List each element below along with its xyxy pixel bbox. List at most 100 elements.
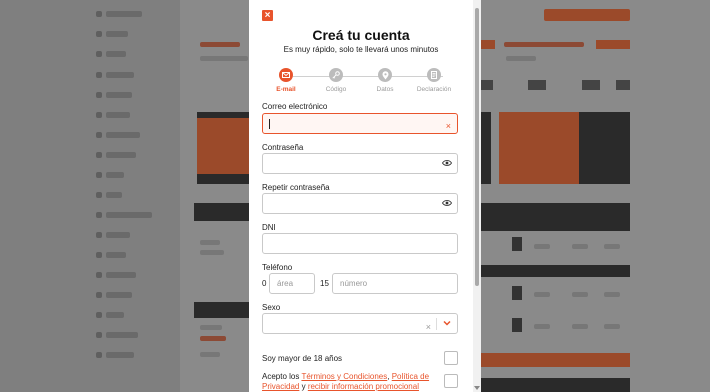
step-data[interactable]: Datos: [360, 68, 410, 93]
bg-sidebar-icon: [96, 72, 102, 78]
bg-sidebar-icon: [96, 132, 102, 138]
bg-sidebar-icon: [96, 51, 102, 57]
bg-sidebar-item: [106, 332, 138, 338]
bg-text: [200, 325, 222, 330]
bg-button: [596, 40, 630, 49]
bg-sidebar-item: [106, 192, 122, 198]
bg-text: [200, 336, 226, 341]
dni-label: DNI: [262, 223, 276, 232]
promo-link[interactable]: recibir información promocional: [308, 382, 419, 391]
bg-sidebar-icon: [96, 192, 102, 198]
bg-logo: [512, 318, 522, 332]
step-label: Declaración: [416, 86, 452, 93]
text-caret: [269, 119, 270, 129]
bg-sidebar-icon: [96, 172, 102, 178]
bg-sidebar-icon: [96, 292, 102, 298]
repeat-password-field[interactable]: [262, 193, 458, 214]
bg-sidebar-icon: [96, 11, 102, 17]
bg-chip: [582, 80, 600, 90]
step-email[interactable]: E-mail: [261, 68, 311, 93]
bg-sidebar-item: [106, 51, 126, 57]
bg-chip: [616, 80, 630, 90]
bg-sidebar-icon: [96, 152, 102, 158]
bg-text: [572, 244, 588, 249]
chevron-down-icon[interactable]: [442, 318, 452, 328]
clear-icon[interactable]: ×: [446, 117, 451, 136]
terms-link[interactable]: Términos y Condiciones: [301, 372, 387, 381]
phone-area-input[interactable]: área: [269, 273, 315, 294]
phone-number-input[interactable]: número: [332, 273, 458, 294]
modal-scrollbar[interactable]: [473, 0, 481, 392]
bg-text: [200, 250, 224, 255]
step-declaration[interactable]: Declaración: [409, 68, 459, 93]
terms-prefix: Acepto los: [262, 372, 302, 381]
password-label: Contraseña: [262, 143, 304, 152]
bg-sidebar-icon: [96, 352, 102, 358]
step-label: Código: [325, 86, 347, 93]
bg-sidebar-item: [106, 252, 126, 258]
bg-sidebar-icon: [96, 312, 102, 318]
bg-sidebar-item: [106, 272, 136, 278]
bg-orange-bar: [481, 353, 630, 367]
key-icon: [329, 68, 343, 82]
bg-sidebar-item: [106, 11, 142, 17]
bg-table-header: [194, 302, 249, 318]
bg-sidebar-item: [106, 312, 124, 318]
signup-modal: × Creá tu cuenta Es muy rápido, solo te …: [249, 0, 481, 392]
bg-sidebar-item: [106, 352, 134, 358]
bg-button: [481, 40, 495, 49]
terms-checkbox[interactable]: [444, 374, 458, 388]
bg-sidebar-icon: [96, 92, 102, 98]
bg-banner-right-accent: [499, 112, 579, 184]
sex-label: Sexo: [262, 303, 281, 312]
bg-text: [604, 324, 620, 329]
scroll-down-icon[interactable]: [474, 386, 480, 390]
dni-field[interactable]: [262, 233, 458, 254]
repeat-password-label: Repetir contraseña: [262, 183, 330, 192]
step-label: E-mail: [276, 86, 296, 93]
document-icon: [427, 68, 441, 82]
close-icon[interactable]: ×: [262, 10, 273, 21]
bg-sidebar-item: [106, 212, 152, 218]
bg-sidebar-item: [106, 172, 124, 178]
step-label: Datos: [376, 86, 394, 93]
bg-table-header: [194, 203, 249, 221]
password-field[interactable]: [262, 153, 458, 174]
bg-logo: [512, 286, 522, 300]
bg-text: [604, 292, 620, 297]
bg-sidebar-icon: [96, 252, 102, 258]
bg-sidebar-item: [106, 112, 130, 118]
bg-text: [572, 324, 588, 329]
sex-select[interactable]: ×: [262, 313, 458, 334]
bg-sidebar-icon: [96, 232, 102, 238]
bg-header-button: [544, 9, 630, 21]
bg-logo: [512, 237, 522, 251]
bg-sidebar-item: [106, 92, 132, 98]
bg-heading: [200, 42, 240, 47]
bg-text: [534, 244, 550, 249]
bg-link: [504, 42, 584, 47]
bg-text: [506, 56, 536, 61]
select-divider: [436, 318, 437, 330]
bg-sidebar-item: [106, 232, 130, 238]
bg-sidebar-icon: [96, 112, 102, 118]
bg-sidebar-item: [106, 292, 132, 298]
adult-check-label: Soy mayor de 18 años: [262, 354, 343, 363]
bg-chip: [528, 80, 546, 90]
email-field[interactable]: ×: [262, 113, 458, 134]
eye-icon[interactable]: [442, 159, 452, 167]
clear-icon[interactable]: ×: [426, 318, 431, 337]
step-code[interactable]: Código: [311, 68, 361, 93]
bg-text: [534, 292, 550, 297]
eye-icon[interactable]: [442, 199, 452, 207]
bg-banner-left-accent: [197, 118, 249, 174]
scrollbar-thumb[interactable]: [475, 8, 479, 286]
location-pin-icon: [378, 68, 392, 82]
mail-icon: [279, 68, 293, 82]
adult-checkbox[interactable]: [444, 351, 458, 365]
modal-title: Creá tu cuenta: [312, 27, 410, 43]
modal-subtitle: Es muy rápido, solo te llevará unos minu…: [283, 45, 439, 54]
terms-and: y: [299, 382, 308, 391]
bg-sidebar-icon: [96, 332, 102, 338]
bg-row-dark: [481, 378, 630, 392]
